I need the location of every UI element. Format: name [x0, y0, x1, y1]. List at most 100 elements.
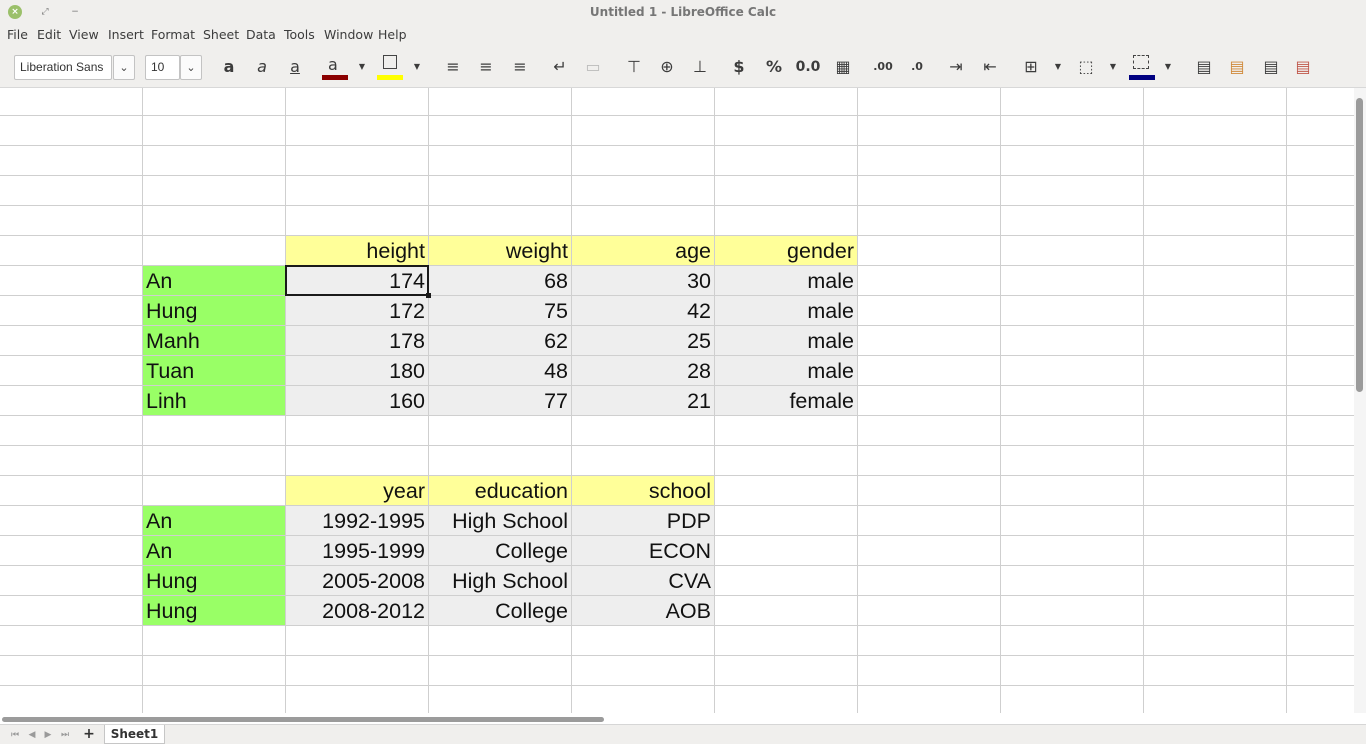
table1-value-cell[interactable]: 178	[286, 326, 428, 355]
table2-value-cell[interactable]: High School	[429, 506, 571, 535]
first-sheet-icon[interactable]: ⏮	[8, 728, 22, 742]
menu-sheet[interactable]: Sheet	[203, 27, 239, 42]
font-name-box[interactable]: Liberation Sans	[14, 55, 112, 80]
table1-name-cell[interactable]: Linh	[143, 386, 285, 415]
table2-header-cell[interactable]: school	[572, 476, 714, 505]
border-color-icon[interactable]	[1129, 55, 1155, 80]
table2-value-cell[interactable]: College	[429, 596, 571, 625]
delete-decimal-place-icon[interactable]: .0	[905, 56, 929, 78]
table2-value-cell[interactable]: 1995-1999	[286, 536, 428, 565]
table1-value-cell[interactable]: male	[715, 356, 857, 385]
horizontal-scrollbar-thumb[interactable]	[2, 717, 604, 722]
border-style-icon[interactable]: ⬚	[1075, 56, 1097, 78]
menu-file[interactable]: File	[7, 27, 28, 42]
table2-name-cell[interactable]: An	[143, 536, 285, 565]
bold-icon[interactable]: a	[219, 56, 239, 78]
table1-header-cell[interactable]: gender	[715, 236, 857, 265]
sheet-styles-icon[interactable]: ▤	[1292, 56, 1314, 78]
table2-value-cell[interactable]: 2005-2008	[286, 566, 428, 595]
table1-header-cell[interactable]: weight	[429, 236, 571, 265]
table1-header-cell[interactable]: height	[286, 236, 428, 265]
last-sheet-icon[interactable]: ⏭	[58, 728, 72, 742]
align-left-icon[interactable]: ≡	[443, 56, 463, 78]
spreadsheet-grid[interactable]: height weight age gender An 174 68 30 male Hung 17…	[0, 88, 1366, 713]
date-format-icon[interactable]: ▦	[832, 56, 854, 78]
menu-view[interactable]: View	[69, 27, 99, 42]
table1-value-cell[interactable]: 48	[429, 356, 571, 385]
menu-format[interactable]: Format	[151, 27, 195, 42]
borders-icon[interactable]: ⊞	[1020, 56, 1042, 78]
table2-value-cell[interactable]: ECON	[572, 536, 714, 565]
decrease-indent-icon[interactable]: ⇤	[980, 56, 1000, 78]
sheet-tab-sheet1[interactable]: Sheet1	[104, 725, 165, 744]
vertical-scrollbar-thumb[interactable]	[1356, 98, 1363, 392]
table2-value-cell[interactable]: 2008-2012	[286, 596, 428, 625]
table2-value-cell[interactable]: 1992-1995	[286, 506, 428, 535]
font-name-dropdown-icon[interactable]: ⌄	[113, 55, 135, 80]
table1-name-cell[interactable]: Tuan	[143, 356, 285, 385]
table1-name-cell[interactable]: Manh	[143, 326, 285, 355]
add-decimal-place-icon[interactable]: .00	[871, 56, 895, 78]
previous-sheet-icon[interactable]: ◀	[25, 728, 39, 742]
table1-value-cell[interactable]: 42	[572, 296, 714, 325]
italic-icon[interactable]: a	[252, 56, 272, 78]
table1-value-cell[interactable]: 62	[429, 326, 571, 355]
autofill-handle[interactable]	[426, 293, 431, 298]
highlight-color-icon[interactable]	[377, 55, 403, 80]
table1-name-cell[interactable]: An	[143, 266, 285, 295]
table1-value-cell[interactable]: female	[715, 386, 857, 415]
increase-indent-icon[interactable]: ⇥	[946, 56, 966, 78]
align-bottom-icon[interactable]: ⊥	[690, 56, 710, 78]
highlight-color-dropdown-icon[interactable]: ▼	[412, 56, 422, 78]
table1-value-cell[interactable]: 180	[286, 356, 428, 385]
font-size-box[interactable]: 10	[145, 55, 180, 80]
table2-value-cell[interactable]: PDP	[572, 506, 714, 535]
number-format-icon[interactable]: 0.0	[794, 56, 822, 78]
table1-value-cell[interactable]: male	[715, 296, 857, 325]
table1-value-cell[interactable]: male	[715, 326, 857, 355]
border-color-dropdown-icon[interactable]: ▼	[1163, 56, 1173, 78]
table2-value-cell[interactable]: AOB	[572, 596, 714, 625]
table2-name-cell[interactable]: An	[143, 506, 285, 535]
borders-dropdown-icon[interactable]: ▼	[1053, 56, 1063, 78]
table1-value-cell[interactable]: 25	[572, 326, 714, 355]
table1-value-cell[interactable]: 28	[572, 356, 714, 385]
table2-header-cell[interactable]: education	[429, 476, 571, 505]
menu-tools[interactable]: Tools	[284, 27, 315, 42]
wrap-text-icon[interactable]: ↵	[550, 56, 570, 78]
currency-format-icon[interactable]: $	[728, 56, 750, 78]
table1-value-cell[interactable]: 160	[286, 386, 428, 415]
menu-insert[interactable]: Insert	[108, 27, 144, 42]
table1-value-cell[interactable]: 30	[572, 266, 714, 295]
table1-value-cell[interactable]: 75	[429, 296, 571, 325]
menu-edit[interactable]: Edit	[37, 27, 61, 42]
table2-name-cell[interactable]: Hung	[143, 596, 285, 625]
table1-name-cell[interactable]: Hung	[143, 296, 285, 325]
align-right-icon[interactable]: ≡	[510, 56, 530, 78]
table1-value-cell[interactable]: 77	[429, 386, 571, 415]
merge-cells-icon[interactable]: ▭	[583, 56, 603, 78]
table1-value-cell[interactable]: male	[715, 266, 857, 295]
align-center-icon[interactable]: ≡	[476, 56, 496, 78]
add-sheet-icon[interactable]: +	[82, 726, 96, 742]
menu-help[interactable]: Help	[378, 27, 407, 42]
underline-icon[interactable]: a	[285, 56, 305, 78]
cell-styles-icon[interactable]: ▤	[1260, 56, 1282, 78]
table2-value-cell[interactable]: CVA	[572, 566, 714, 595]
table2-header-cell[interactable]: year	[286, 476, 428, 505]
table2-value-cell[interactable]: College	[429, 536, 571, 565]
table2-value-cell[interactable]: High School	[429, 566, 571, 595]
table1-value-cell[interactable]: 172	[286, 296, 428, 325]
font-size-dropdown-icon[interactable]: ⌄	[180, 55, 202, 80]
font-color-icon[interactable]: a	[322, 55, 348, 80]
border-style-dropdown-icon[interactable]: ▼	[1108, 56, 1118, 78]
align-top-icon[interactable]: ⊤	[624, 56, 644, 78]
table1-value-cell[interactable]: 68	[429, 266, 571, 295]
menu-window[interactable]: Window	[324, 27, 373, 42]
active-cell-cursor[interactable]	[285, 265, 429, 296]
table2-name-cell[interactable]: Hung	[143, 566, 285, 595]
row-color-icon[interactable]: ▤	[1226, 56, 1248, 78]
table1-value-cell[interactable]: 21	[572, 386, 714, 415]
center-vertically-icon[interactable]: ⊕	[657, 56, 677, 78]
percent-format-icon[interactable]: %	[763, 56, 785, 78]
